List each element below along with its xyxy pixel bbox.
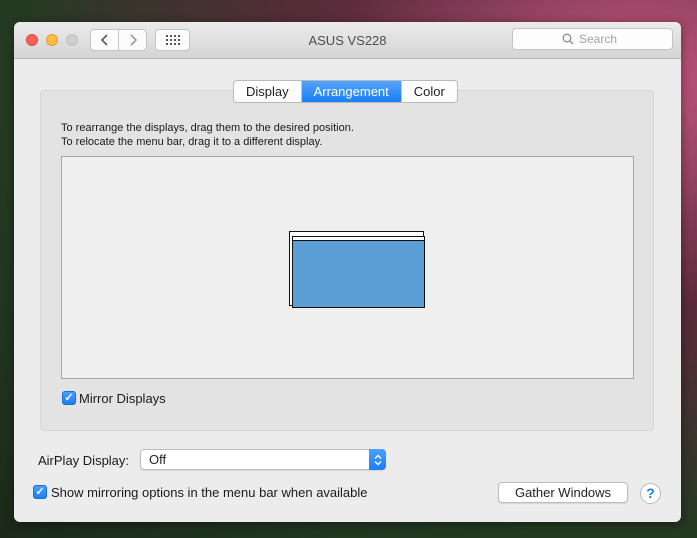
display-arrangement-area[interactable] xyxy=(61,156,634,379)
show-mirroring-label: Show mirroring options in the menu bar w… xyxy=(51,485,368,500)
popup-arrows-icon xyxy=(369,449,386,470)
tab-bar: Display Arrangement Color xyxy=(233,80,458,103)
airplay-display-label: AirPlay Display: xyxy=(38,453,130,468)
show-mirroring-checkbox[interactable]: ✓ xyxy=(33,485,47,499)
airplay-display-popup[interactable]: Off xyxy=(140,449,386,470)
search-input[interactable] xyxy=(579,32,623,46)
tab-color[interactable]: Color xyxy=(402,81,457,102)
gather-windows-button[interactable]: Gather Windows xyxy=(498,482,628,503)
instruction-menu-bar: To relocate the menu bar, drag it to a d… xyxy=(61,136,323,148)
instruction-rearrange: To rearrange the displays, drag them to … xyxy=(61,122,354,134)
display-thumbnail[interactable] xyxy=(292,236,425,308)
checkmark-icon: ✓ xyxy=(64,392,74,404)
menu-bar-indicator[interactable] xyxy=(292,236,425,241)
search-field[interactable] xyxy=(512,28,673,50)
tab-display[interactable]: Display xyxy=(234,81,302,102)
system-preferences-window: ASUS VS228 Display Arrangement Color To … xyxy=(14,22,681,522)
tab-arrangement[interactable]: Arrangement xyxy=(301,81,402,102)
title-bar: ASUS VS228 xyxy=(14,22,681,59)
help-button[interactable]: ? xyxy=(640,483,661,504)
mirror-displays-label: Mirror Displays xyxy=(79,391,166,406)
mirror-displays-checkbox[interactable]: ✓ xyxy=(62,391,76,405)
checkmark-icon: ✓ xyxy=(35,486,45,498)
airplay-display-value: Off xyxy=(149,452,167,467)
magnifier-icon xyxy=(562,33,574,45)
